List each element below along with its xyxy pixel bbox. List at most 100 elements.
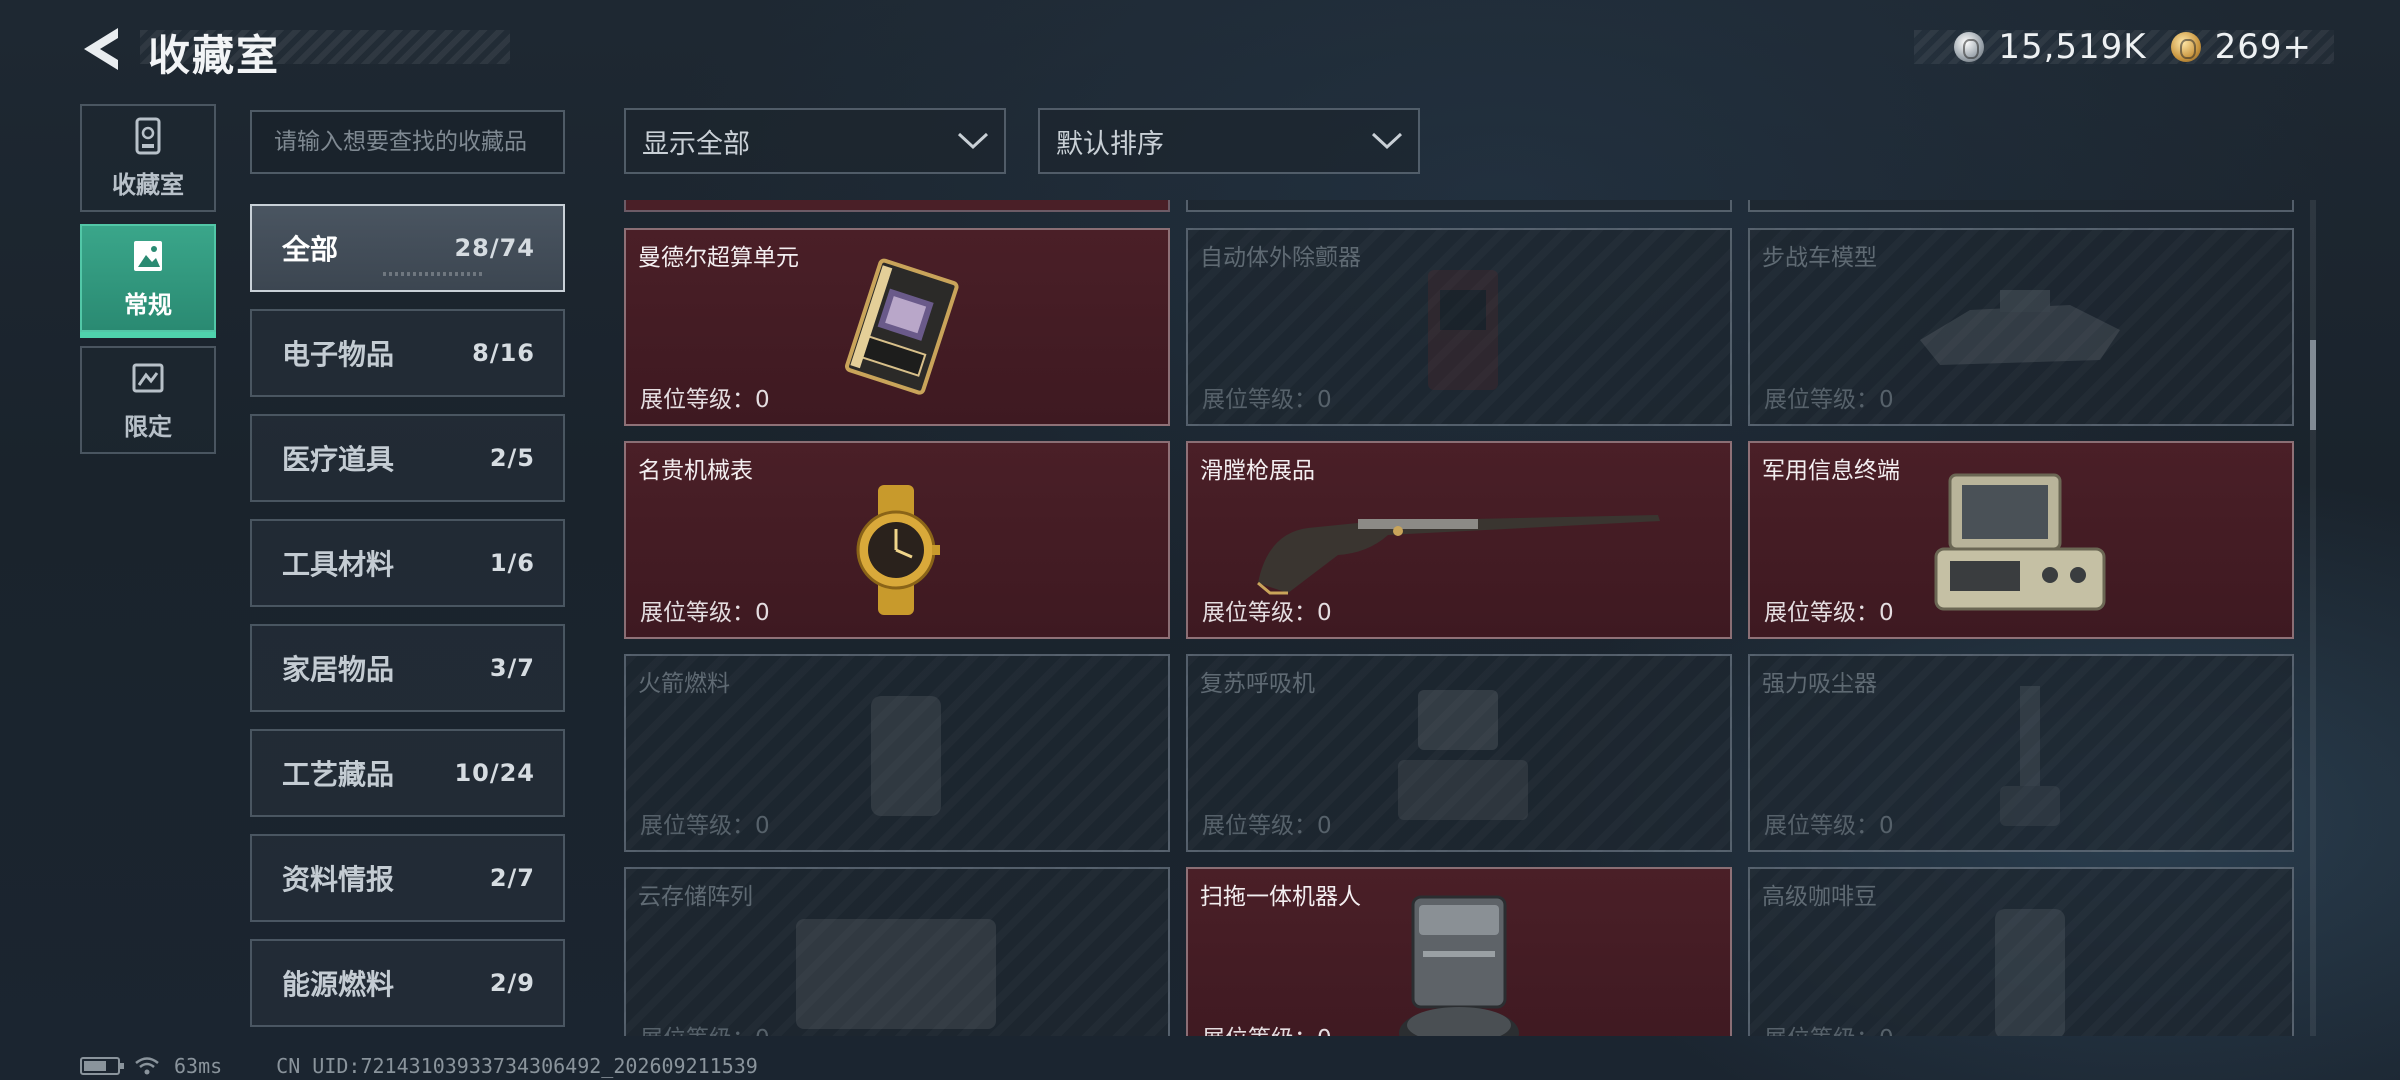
category-intel[interactable]: 资料情报 2/7 <box>250 834 565 922</box>
card-partial <box>1748 200 2294 212</box>
supercomputer-unit-icon <box>845 258 959 395</box>
category-count: 28/74 <box>454 234 535 262</box>
item-name: 军用信息终端 <box>1762 458 1900 484</box>
collection-card[interactable]: 火箭燃料 展位等级：0 <box>624 654 1170 852</box>
category-name: 医疗道具 <box>282 443 395 476</box>
back-arrow-icon[interactable] <box>80 26 122 72</box>
wifi-icon <box>135 1057 159 1075</box>
item-name: 名贵机械表 <box>638 458 753 484</box>
item-level: 展位等级：0 <box>1202 600 1332 626</box>
luxury-watch-icon <box>856 485 940 615</box>
page-title: 收藏室 <box>148 31 281 80</box>
side-tab-regular[interactable]: 常规 <box>80 224 216 338</box>
item-name: 火箭燃料 <box>638 671 730 697</box>
item-level: 展位等级：0 <box>1202 1019 1332 1036</box>
collection-card[interactable]: 曼德尔超算单元 展位等级：0 <box>624 228 1170 426</box>
grid-scrollbar[interactable] <box>2310 200 2316 1036</box>
musket-icon <box>1257 515 1660 595</box>
side-tab-collection-room[interactable]: 收藏室 <box>80 104 216 212</box>
item-level: 展位等级：0 <box>1764 813 1894 839</box>
category-energy[interactable]: 能源燃料 2/9 <box>250 939 565 1027</box>
gold-coin-icon <box>2170 32 2201 62</box>
collection-card[interactable]: 自动体外除颤器 展位等级：0 <box>1186 228 1732 426</box>
category-count: 2/9 <box>489 969 535 997</box>
category-name: 资料情报 <box>282 863 395 896</box>
item-level: 展位等级：0 <box>640 387 770 413</box>
side-tab-label: 常规 <box>124 290 172 319</box>
collection-card[interactable]: 云存储阵列 展位等级：0 <box>624 867 1170 1036</box>
military-terminal-icon <box>1934 473 2106 611</box>
gold-currency-value[interactable]: 269+ <box>2215 27 2312 67</box>
category-medical[interactable]: 医疗道具 2/5 <box>250 414 565 502</box>
rocket-fuel-icon <box>871 696 941 816</box>
vacuum-cleaner-icon <box>2000 686 2060 826</box>
status-bar: 63ms CN UID:72143103933734306492_2026092… <box>80 1054 758 1078</box>
category-name: 工具材料 <box>282 548 395 581</box>
category-count: 1/6 <box>489 549 535 577</box>
card-partial <box>1186 200 1732 212</box>
limited-icon <box>132 363 164 392</box>
defibrillator-icon <box>1428 270 1498 390</box>
category-name: 工艺藏品 <box>282 758 395 791</box>
item-level: 展位等级：0 <box>640 813 770 839</box>
category-count: 10/24 <box>454 759 535 787</box>
silver-coin-icon <box>1954 32 1985 62</box>
item-level: 展位等级：0 <box>1202 813 1332 839</box>
collection-card[interactable]: 高级咖啡豆 展位等级：0 <box>1748 867 2294 1036</box>
trophy-icon <box>135 117 161 154</box>
battery-icon <box>80 1057 124 1075</box>
chevron-down-icon <box>1371 132 1403 150</box>
collection-card[interactable]: 名贵机械表 展位等级：0 <box>624 441 1170 639</box>
category-name: 电子物品 <box>282 338 395 371</box>
side-tab-label: 限定 <box>124 412 172 441</box>
item-level: 展位等级：0 <box>640 600 770 626</box>
category-name: 全部 <box>282 233 339 266</box>
category-household[interactable]: 家居物品 3/7 <box>250 624 565 712</box>
silver-currency-value: 15,519K <box>1998 27 2147 67</box>
category-count: 2/5 <box>489 444 535 472</box>
item-name: 云存储阵列 <box>638 884 753 910</box>
picture-icon <box>134 240 162 271</box>
chevron-down-icon <box>957 132 989 150</box>
item-name: 扫拖一体机器人 <box>1200 884 1361 910</box>
item-name: 强力吸尘器 <box>1762 671 1877 697</box>
search-box[interactable] <box>250 110 565 174</box>
ifv-model-icon <box>1920 290 2120 365</box>
category-name: 家居物品 <box>282 653 395 686</box>
collection-grid[interactable]: 曼德尔超算单元 展位等级：0 自动体外除颤器 展位等级：0 步战车模型 展位等级… <box>624 200 2296 1036</box>
item-level: 展位等级：0 <box>1764 1019 1894 1036</box>
robot-vacuum-icon <box>1399 895 1519 1036</box>
collection-card[interactable]: 强力吸尘器 展位等级：0 <box>1748 654 2294 852</box>
item-name: 步战车模型 <box>1762 245 1877 271</box>
ping-value: 63ms <box>174 1054 223 1078</box>
sort-dropdown[interactable]: 默认排序 <box>1038 108 1420 174</box>
category-name: 能源燃料 <box>282 968 395 1001</box>
side-tab-label: 收藏室 <box>112 170 184 199</box>
currency-bar: 15,519K 269+ <box>1914 27 2334 67</box>
collection-card[interactable]: 扫拖一体机器人 展位等级：0 <box>1186 867 1732 1036</box>
item-level: 展位等级：0 <box>1764 387 1894 413</box>
scrollbar-thumb[interactable] <box>2310 340 2316 430</box>
collection-card[interactable]: 军用信息终端 展位等级：0 <box>1748 441 2294 639</box>
search-input[interactable] <box>274 129 541 155</box>
category-tools[interactable]: 工具材料 1/6 <box>250 519 565 607</box>
category-crafts[interactable]: 工艺藏品 10/24 <box>250 729 565 817</box>
collection-card[interactable]: 步战车模型 展位等级：0 <box>1748 228 2294 426</box>
card-partial <box>624 200 1170 212</box>
item-level: 展位等级：0 <box>640 1019 770 1036</box>
coffee-beans-icon <box>1995 909 2065 1036</box>
item-name: 曼德尔超算单元 <box>638 245 799 271</box>
item-name: 复苏呼吸机 <box>1200 671 1315 697</box>
category-all[interactable]: 全部 28/74 <box>250 204 565 292</box>
category-count: 8/16 <box>472 339 535 367</box>
side-tab-limited[interactable]: 限定 <box>80 346 216 454</box>
item-name: 滑膛枪展品 <box>1200 458 1315 484</box>
collection-card[interactable]: 滑膛枪展品 展位等级：0 <box>1186 441 1732 639</box>
category-electronics[interactable]: 电子物品 8/16 <box>250 309 565 397</box>
display-filter-value: 显示全部 <box>642 128 750 160</box>
item-name: 高级咖啡豆 <box>1762 884 1877 910</box>
sort-value: 默认排序 <box>1056 128 1164 160</box>
uid-text: CN UID:72143103933734306492_202609211539 <box>276 1054 758 1078</box>
display-filter-dropdown[interactable]: 显示全部 <box>624 108 1006 174</box>
collection-card[interactable]: 复苏呼吸机 展位等级：0 <box>1186 654 1732 852</box>
